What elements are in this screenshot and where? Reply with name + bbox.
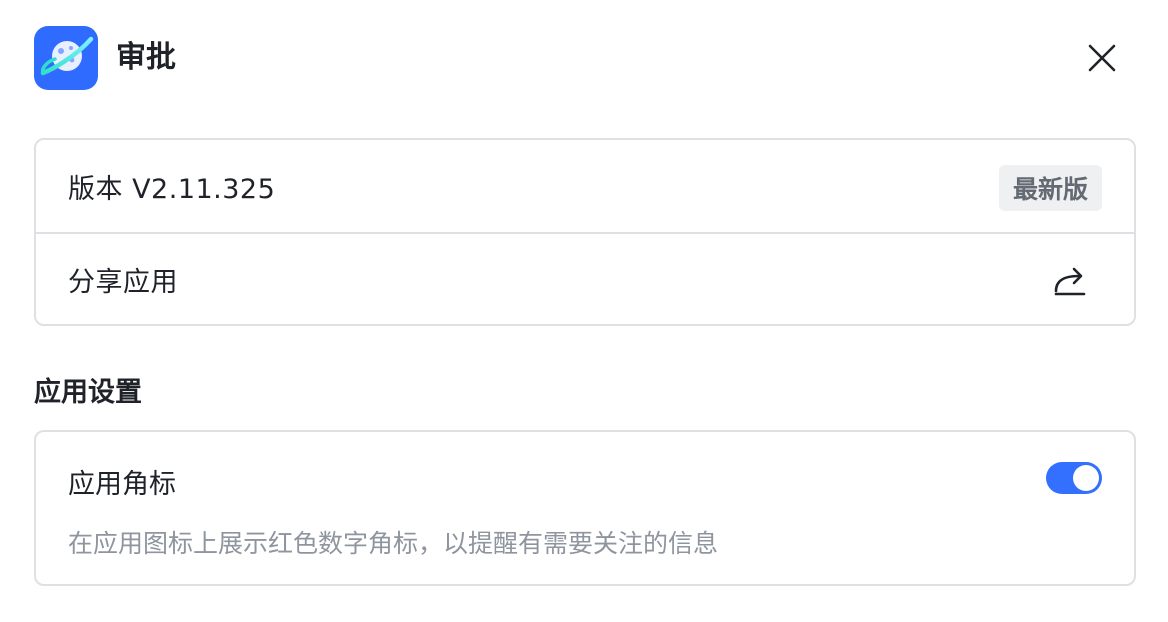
version-label: 版本 V2.11.325: [68, 173, 276, 205]
app-badge-toggle[interactable]: [1046, 462, 1102, 494]
latest-version-badge: 最新版: [998, 165, 1102, 211]
close-icon: [1088, 44, 1116, 72]
app-badge-setting-label: 应用角标: [68, 469, 176, 500]
share-app-label: 分享应用: [68, 266, 178, 298]
toggle-knob: [1073, 465, 1099, 491]
version-row: 版本 V2.11.325 最新版: [36, 140, 1134, 232]
app-title: 审批: [116, 40, 176, 75]
share-app-row[interactable]: 分享应用: [36, 232, 1134, 324]
planet-icon: [40, 36, 94, 76]
share-button[interactable]: [1050, 260, 1090, 300]
close-button[interactable]: [1082, 38, 1122, 78]
app-settings-card: 应用角标 在应用图标上展示红色数字角标，以提醒有需要关注的信息: [34, 430, 1136, 586]
app-settings-panel: 审批 版本 V2.11.325 最新版 分享应用 应用设置 应用角标 在应用图标…: [0, 0, 1168, 622]
app-info-card: 版本 V2.11.325 最新版 分享应用: [34, 138, 1136, 326]
section-title-app-settings: 应用设置: [34, 377, 142, 408]
app-icon: [34, 26, 98, 90]
app-badge-setting-description: 在应用图标上展示红色数字角标，以提醒有需要关注的信息: [68, 529, 719, 558]
panel-header: 审批: [34, 26, 1134, 90]
share-icon: [1054, 267, 1086, 296]
